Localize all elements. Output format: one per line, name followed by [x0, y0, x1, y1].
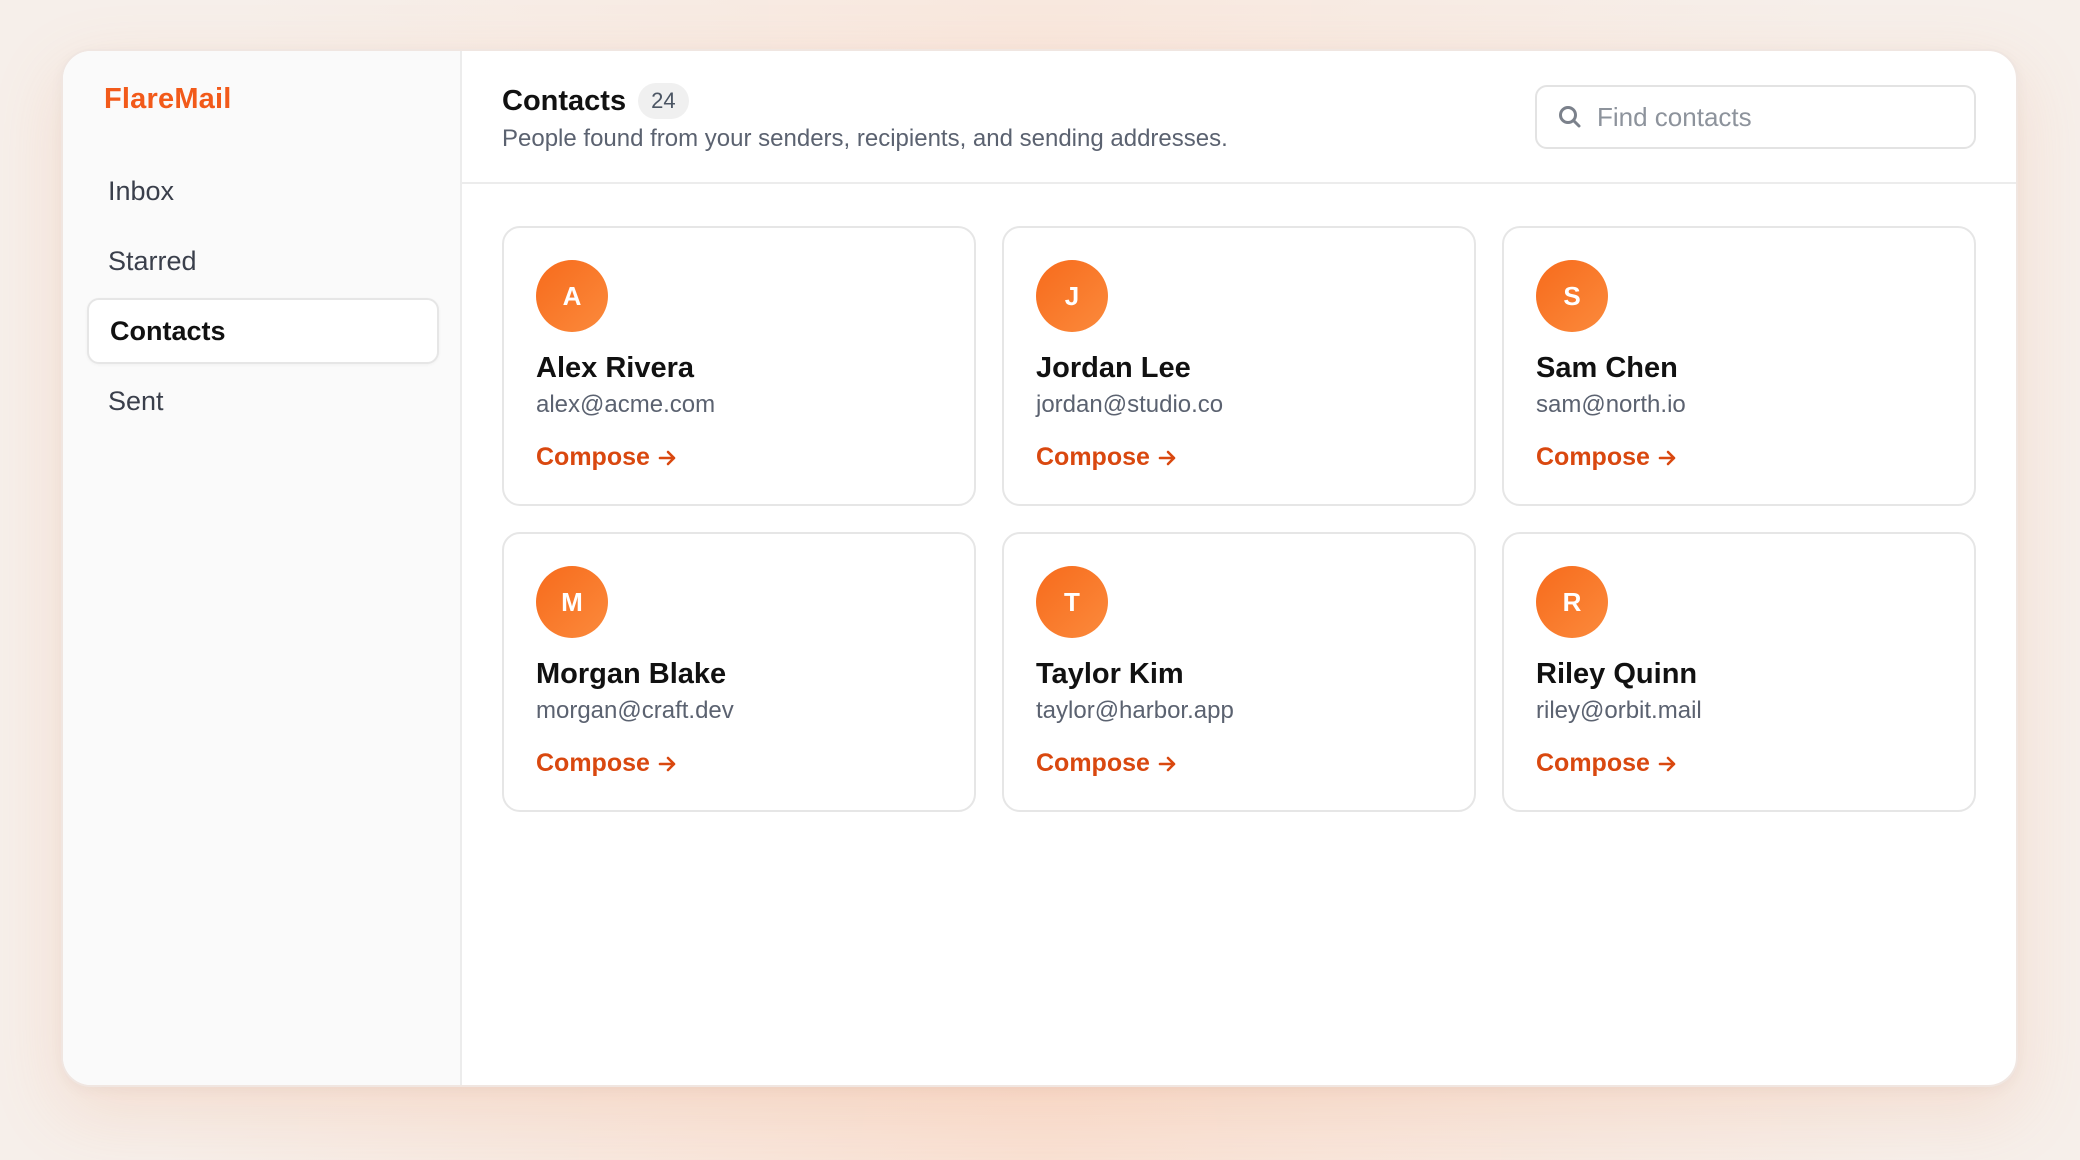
- compose-label: Compose: [1536, 443, 1650, 471]
- search-box[interactable]: [1535, 85, 1976, 149]
- avatar: T: [1036, 566, 1108, 638]
- avatar: J: [1036, 260, 1108, 332]
- compose-link[interactable]: Compose: [1536, 443, 1678, 472]
- contact-name: Riley Quinn: [1536, 658, 1698, 690]
- arrow-right-icon: [658, 449, 678, 467]
- contact-card: S Sam Chen sam@north.io Compose: [1502, 226, 1976, 506]
- compose-label: Compose: [536, 443, 650, 471]
- sidebar: FlareMail Inbox Starred Contacts Sent: [63, 51, 462, 1085]
- contact-card: M Morgan Blake morgan@craft.dev Compose: [502, 532, 976, 812]
- contact-name: Morgan Blake: [536, 658, 727, 690]
- contact-card: T Taylor Kim taylor@harbor.app Compose: [1002, 532, 1476, 812]
- sidebar-nav: Inbox Starred Contacts Sent: [87, 158, 439, 438]
- compose-label: Compose: [536, 749, 650, 777]
- title-row: Contacts 24: [502, 83, 689, 119]
- page-subtitle: People found from your senders, recipien…: [502, 125, 1228, 152]
- arrow-right-icon: [1658, 755, 1678, 773]
- compose-link[interactable]: Compose: [1036, 443, 1178, 472]
- app-window: FlareMail Inbox Starred Contacts Sent Co…: [61, 49, 2018, 1087]
- sidebar-item-inbox[interactable]: Inbox: [87, 158, 439, 224]
- arrow-right-icon: [1658, 449, 1678, 467]
- sidebar-item-sent[interactable]: Sent: [87, 368, 439, 434]
- contact-email: morgan@craft.dev: [536, 697, 734, 724]
- contact-email: riley@orbit.mail: [1536, 697, 1702, 724]
- arrow-right-icon: [1158, 755, 1178, 773]
- arrow-right-icon: [1158, 449, 1178, 467]
- contact-name: Sam Chen: [1536, 352, 1678, 384]
- arrow-right-icon: [658, 755, 678, 773]
- search-icon: [1555, 102, 1585, 132]
- contact-name: Alex Rivera: [536, 352, 694, 384]
- contact-email: jordan@studio.co: [1036, 391, 1224, 418]
- compose-link[interactable]: Compose: [536, 443, 678, 472]
- contact-card: R Riley Quinn riley@orbit.mail Compose: [1502, 532, 1976, 812]
- contact-card: J Jordan Lee jordan@studio.co Compose: [1002, 226, 1476, 506]
- compose-label: Compose: [1536, 749, 1650, 777]
- search-input[interactable]: [1595, 100, 1959, 134]
- compose-link[interactable]: Compose: [1036, 749, 1178, 778]
- sidebar-item-contacts[interactable]: Contacts: [87, 298, 439, 364]
- page-title: Contacts: [502, 84, 627, 117]
- contact-card: A Alex Rivera alex@acme.com Compose: [502, 226, 976, 506]
- main-panel: Contacts 24 People found from your sende…: [462, 51, 2016, 1085]
- contact-email: taylor@harbor.app: [1036, 697, 1234, 724]
- compose-label: Compose: [1036, 749, 1150, 777]
- avatar: A: [536, 260, 608, 332]
- sidebar-item-starred[interactable]: Starred: [87, 228, 439, 294]
- contact-email: sam@north.io: [1536, 391, 1686, 418]
- contact-email: alex@acme.com: [536, 391, 716, 418]
- page-header: Contacts 24 People found from your sende…: [462, 51, 2016, 184]
- contact-name: Jordan Lee: [1036, 352, 1191, 384]
- compose-label: Compose: [1036, 443, 1150, 471]
- compose-link[interactable]: Compose: [536, 749, 678, 778]
- contacts-grid: A Alex Rivera alex@acme.com Compose J Jo…: [502, 226, 1980, 812]
- avatar: S: [1536, 260, 1608, 332]
- avatar: R: [1536, 566, 1608, 638]
- contact-name: Taylor Kim: [1036, 658, 1184, 690]
- contact-count-badge: 24: [638, 83, 689, 119]
- compose-link[interactable]: Compose: [1536, 749, 1678, 778]
- avatar: M: [536, 566, 608, 638]
- brand-logo: FlareMail: [104, 83, 232, 115]
